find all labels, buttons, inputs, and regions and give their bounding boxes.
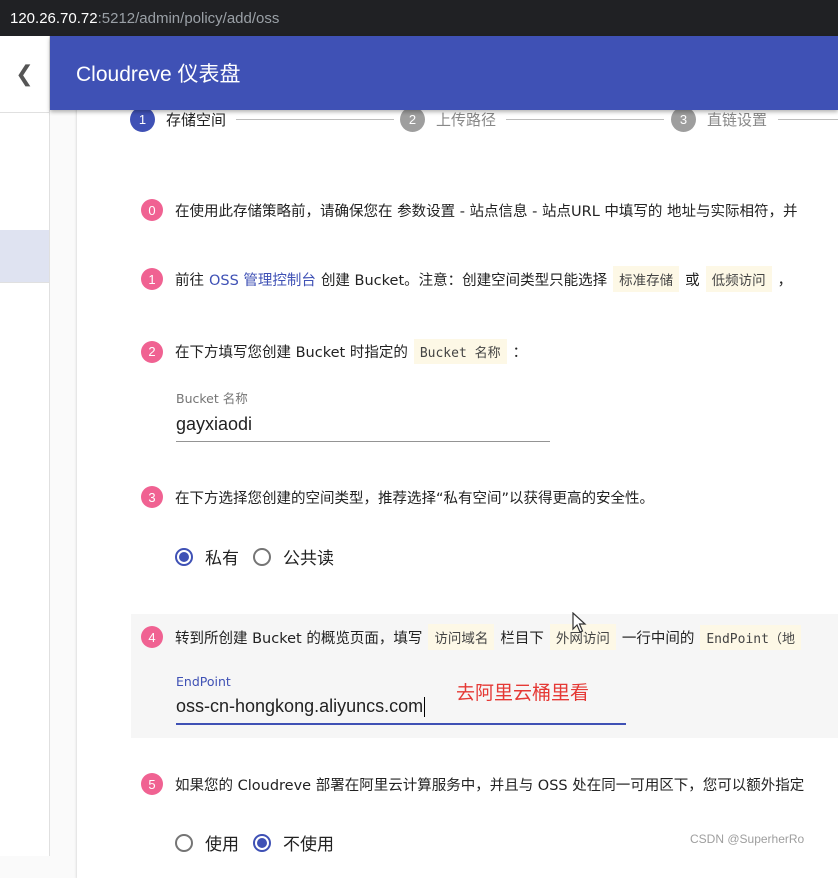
step-number: 1 <box>130 107 155 132</box>
chevron-left-icon[interactable]: ❮ <box>0 36 49 113</box>
step-badge: 1 <box>141 268 163 290</box>
code-infrequent-access: 低频访问 <box>705 266 772 292</box>
code-endpoint: EndPoint（地 <box>700 624 801 650</box>
radio-unchecked-icon[interactable] <box>175 833 193 852</box>
instruction-2: 2 在下方填写您创建 Bucket 时指定的 Bucket 名称 ： <box>141 339 527 364</box>
step-label: 上传路径 <box>436 111 497 129</box>
step-storage: 1 存储空间 <box>130 107 226 132</box>
instruction-text: 在使用此存储策略前，请确保您在 参数设置 - 站点信息 - 站点URL 中填写的… <box>175 203 798 220</box>
instruction-3: 3 在下方选择您创建的空间类型，推荐选择“私有空间”以获得更高的安全性。 <box>141 486 654 508</box>
instruction-4: 4 转到所创建 Bucket 的概览页面，填写 访问域名 栏目下 外网访问 一行… <box>141 624 807 650</box>
radio-checked-icon[interactable] <box>175 547 193 566</box>
instruction-text: 创建 Bucket。注意：创建空间类型只能选择 <box>320 272 608 289</box>
step-number: 2 <box>400 107 425 132</box>
instruction-text: 前往 <box>175 272 204 289</box>
step-direct-link: 3 直链设置 <box>671 107 767 132</box>
field-underline <box>176 723 626 726</box>
bucket-name-field[interactable]: Bucket 名称 gayxiaodi <box>176 388 550 442</box>
radio-public-read[interactable]: 公共读 <box>253 544 334 569</box>
mouse-cursor-icon <box>572 612 587 633</box>
step-connector <box>506 119 664 120</box>
instruction-text: ， <box>777 272 793 289</box>
oss-console-link[interactable]: OSS 管理控制台 <box>209 269 316 290</box>
instruction-5: 5 如果您的 Cloudreve 部署在阿里云计算服务中，并且与 OSS 处在同… <box>141 773 804 795</box>
app-title: Cloudreve 仪表盘 <box>76 63 241 86</box>
drawer-divider <box>0 282 49 283</box>
step-badge: 4 <box>141 626 163 648</box>
radio-label: 公共读 <box>283 549 334 569</box>
endpoint-value: oss-cn-hongkong.aliyuncs.com <box>176 696 424 716</box>
radio-unchecked-icon[interactable] <box>253 547 271 566</box>
radio-checked-icon[interactable] <box>253 833 271 852</box>
radio-private[interactable]: 私有 <box>175 544 239 569</box>
field-underline <box>176 441 550 442</box>
field-label: Bucket 名称 <box>176 391 248 406</box>
instruction-1: 1 前往 OSS 管理控制台 创建 Bucket。注意：创建空间类型只能选择 标… <box>141 266 792 292</box>
radio-label: 私有 <box>205 549 239 569</box>
app-bar: Cloudreve 仪表盘 <box>50 36 838 110</box>
code-access-domain: 访问域名 <box>428 624 495 650</box>
step-number: 3 <box>671 107 696 132</box>
url-path: :5212/admin/policy/add/oss <box>97 9 280 27</box>
instruction-text: 如果您的 Cloudreve 部署在阿里云计算服务中，并且与 OSS 处在同一可… <box>175 777 805 794</box>
browser-address-bar[interactable]: 120.26.70.72:5212/admin/policy/add/oss <box>0 0 838 36</box>
annotation-note: 去阿里云桶里看 <box>456 682 590 704</box>
bucket-type-radio-group: 私有 公共读 <box>175 544 348 569</box>
step-badge: 2 <box>141 340 163 363</box>
radio-label: 使用 <box>205 835 239 855</box>
url-host: 120.26.70.72 <box>10 9 98 27</box>
radio-use[interactable]: 使用 <box>175 830 239 855</box>
step-badge: 3 <box>141 486 163 508</box>
instruction-text: 一行中间的 <box>621 630 695 647</box>
drawer-selected-item[interactable] <box>0 230 49 282</box>
step-label: 直链设置 <box>707 111 768 129</box>
text-caret <box>424 697 426 718</box>
code-bucket-name: Bucket 名称 <box>413 339 507 364</box>
step-connector <box>778 119 838 120</box>
instruction-text: 或 <box>685 272 700 289</box>
step-label: 存储空间 <box>166 111 227 129</box>
bucket-name-input[interactable]: gayxiaodi <box>176 414 550 441</box>
step-badge: 0 <box>141 199 163 221</box>
watermark: CSDN @SuperherRo <box>690 832 805 846</box>
code-standard-storage: 标准存储 <box>613 266 680 292</box>
step-upload-path: 2 上传路径 <box>400 107 496 132</box>
instruction-text: 在下方填写您创建 Bucket 时指定的 <box>175 345 408 361</box>
radio-not-use[interactable]: 不使用 <box>253 830 334 855</box>
instruction-text: 转到所创建 Bucket 的概览页面，填写 <box>175 630 423 647</box>
radio-label: 不使用 <box>283 835 334 855</box>
instruction-0: 0 在使用此存储策略前，请确保您在 参数设置 - 站点信息 - 站点URL 中填… <box>141 199 798 221</box>
step-badge: 5 <box>141 773 163 795</box>
instruction-text: ： <box>512 345 528 361</box>
instruction-text: 栏目下 <box>500 630 544 647</box>
instruction-text: 在下方选择您创建的空间类型，推荐选择“私有空间”以获得更高的安全性。 <box>175 490 655 507</box>
side-drawer: ❮ <box>0 36 50 856</box>
internal-endpoint-radio-group: 使用 不使用 <box>175 830 348 855</box>
step-connector <box>236 119 394 120</box>
stepper: 1 存储空间 2 上传路径 3 直链设置 <box>130 107 838 133</box>
